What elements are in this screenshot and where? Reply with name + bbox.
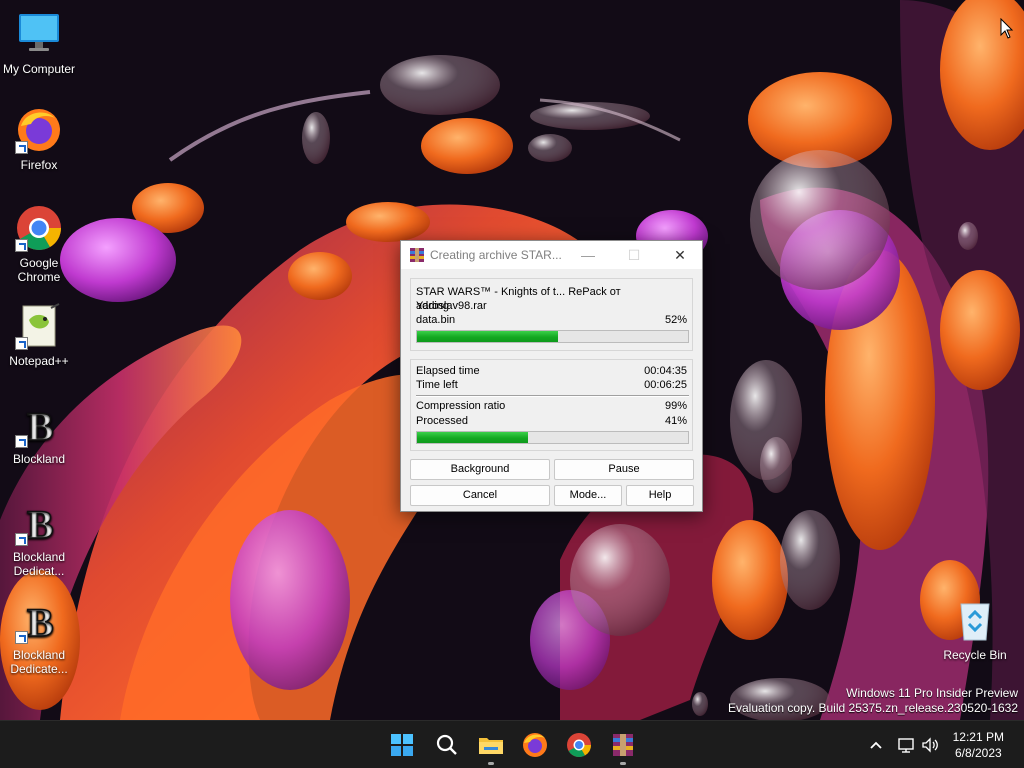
maximize-button[interactable]: ☐: [611, 241, 657, 269]
taskbar: 12:21 PM 6/8/2023: [0, 720, 1024, 768]
file-progress-panel: STAR WARS™ - Knights of t... RePack от Y…: [410, 278, 693, 351]
desktop-icon-label: Blockland: [12, 452, 66, 466]
winrar-icon: [409, 247, 425, 263]
pause-button[interactable]: Pause: [554, 459, 694, 480]
desktop-icon-label: Notepad++: [9, 354, 69, 368]
desktop-icon-label: Blockland Dedicate...: [10, 648, 68, 676]
watermark-line-2: Evaluation copy. Build 25375.zn_release.…: [728, 701, 1018, 715]
notepadpp-icon: [15, 302, 63, 350]
action-label: adding: [416, 300, 450, 312]
shortcut-arrow-icon: [15, 533, 28, 546]
elapsed-label: Elapsed time: [416, 365, 480, 377]
blockland-icon: B: [15, 400, 63, 450]
dialog-title: Creating archive STAR...: [430, 248, 562, 262]
chevron-up-icon: [870, 741, 882, 749]
clock-date: 6/8/2023: [954, 746, 1002, 760]
network-icon: [898, 738, 914, 753]
windows-watermark: Windows 11 Pro Insider Preview Evaluatio…: [728, 686, 1018, 716]
desktop-icon-label: Google Chrome: [17, 256, 61, 284]
desktop-icon-label: Firefox: [20, 158, 58, 172]
shortcut-arrow-icon: [15, 141, 28, 154]
minimize-button[interactable]: —: [565, 241, 611, 269]
monitor-icon: [15, 10, 63, 58]
desktop-icon-notepadpp[interactable]: Notepad++: [0, 302, 78, 368]
blockland-icon: B: [15, 596, 63, 646]
svg-text:B: B: [27, 502, 54, 546]
svg-text:B: B: [27, 600, 54, 644]
recycle-bin-icon: [951, 596, 999, 644]
search-icon: [436, 734, 457, 755]
shortcut-arrow-icon: [15, 631, 28, 644]
volume-button[interactable]: [920, 735, 940, 755]
archive-name: STAR WARS™ - Knights of t... RePack от Y…: [416, 286, 621, 312]
svg-text:B: B: [27, 404, 54, 448]
shortcut-arrow-icon: [15, 435, 28, 448]
clock-time: 12:21 PM: [952, 730, 1004, 744]
ratio-label: Compression ratio: [416, 400, 506, 412]
ratio-value: 99%: [664, 400, 687, 412]
network-button[interactable]: [896, 735, 916, 755]
speaker-icon: [922, 737, 938, 753]
mouse-cursor-icon: [1000, 18, 1014, 39]
desktop-icon-blockland[interactable]: B Blockland: [0, 400, 78, 466]
cancel-button[interactable]: Cancel: [410, 485, 550, 506]
shortcut-arrow-icon: [15, 239, 28, 252]
archive-progress-dialog: Creating archive STAR... — ☐ ✕ STAR WARS…: [400, 240, 703, 512]
file-progress-bar: [416, 330, 689, 343]
firefox-icon: [523, 733, 547, 757]
processed-label: Processed: [416, 415, 468, 427]
close-button[interactable]: ✕: [657, 241, 703, 269]
taskbar-file-explorer[interactable]: [475, 729, 507, 765]
total-progress-fill: [417, 432, 529, 443]
processed-value: 41%: [664, 415, 687, 427]
blockland-icon: B: [15, 498, 63, 548]
shortcut-arrow-icon: [15, 337, 28, 350]
desktop-icon-label: Blockland Dedicat...: [12, 550, 66, 578]
background-button[interactable]: Background: [410, 459, 550, 480]
dialog-titlebar[interactable]: Creating archive STAR... — ☐ ✕: [401, 241, 702, 270]
watermark-line-1: Windows 11 Pro Insider Preview: [846, 686, 1018, 700]
chrome-icon: [15, 204, 63, 252]
desktop-icon-label: My Computer: [2, 62, 76, 76]
running-indicator: [620, 762, 626, 765]
winrar-icon: [613, 734, 633, 756]
file-percent: 52%: [664, 314, 687, 326]
running-indicator: [488, 762, 494, 765]
folder-icon: [479, 738, 503, 754]
mode-button[interactable]: Mode...: [554, 485, 622, 506]
firefox-icon: [15, 106, 63, 154]
elapsed-value: 00:04:35: [644, 365, 687, 377]
desktop-icon-blockland-dedicated-1[interactable]: B Blockland Dedicat...: [0, 498, 78, 578]
start-button[interactable]: [386, 729, 418, 761]
timeleft-label: Time left: [416, 379, 458, 391]
stats-panel: Elapsed time 00:04:35 Time left 00:06:25…: [410, 359, 693, 451]
help-button[interactable]: Help: [626, 485, 694, 506]
desktop-icon-label: Recycle Bin: [943, 648, 1007, 662]
taskbar-winrar[interactable]: [607, 729, 639, 765]
taskbar-clock[interactable]: 12:21 PM 6/8/2023: [953, 729, 1004, 761]
taskbar-chrome[interactable]: [563, 729, 595, 761]
taskbar-firefox[interactable]: [519, 729, 551, 761]
chrome-icon: [567, 733, 591, 758]
file-progress-fill: [417, 331, 558, 342]
desktop-icon-firefox[interactable]: Firefox: [0, 106, 78, 172]
desktop-icon-blockland-dedicated-2[interactable]: B Blockland Dedicate...: [0, 596, 78, 676]
show-hidden-icons-button[interactable]: [866, 735, 886, 755]
current-file: data.bin: [416, 314, 456, 326]
desktop-icon-my-computer[interactable]: My Computer: [0, 10, 78, 76]
total-progress-bar: [416, 431, 689, 444]
desktop-icon-google-chrome[interactable]: Google Chrome: [0, 204, 78, 284]
timeleft-value: 00:06:25: [644, 379, 687, 391]
search-button[interactable]: [431, 729, 463, 761]
desktop-icon-recycle-bin[interactable]: Recycle Bin: [936, 596, 1014, 662]
windows-logo-icon: [391, 734, 413, 756]
stats-divider: [416, 395, 689, 397]
